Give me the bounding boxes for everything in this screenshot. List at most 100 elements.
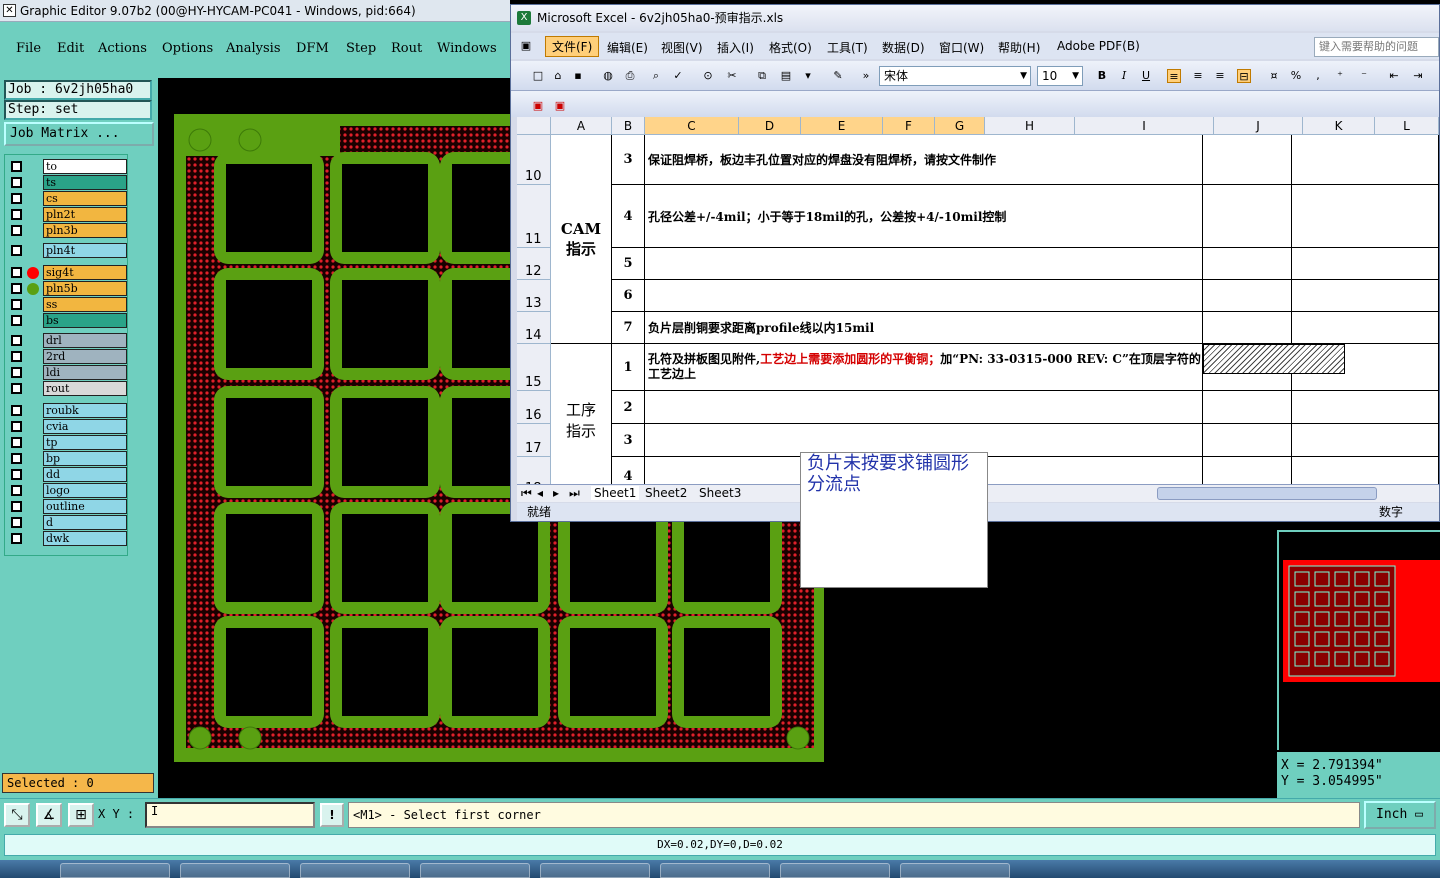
menu-dfm[interactable]: DFM bbox=[296, 41, 329, 56]
item-number-cell[interactable]: 4 bbox=[612, 457, 645, 484]
item-number-cell[interactable]: 1 bbox=[612, 344, 645, 391]
measure-tool-icon[interactable]: ∡ bbox=[36, 803, 62, 827]
last-sheet-icon[interactable]: ⏭ bbox=[569, 486, 580, 501]
open-icon[interactable]: ⌂ bbox=[551, 69, 565, 83]
layer-row-dwk[interactable]: dwk bbox=[7, 531, 127, 546]
permission-icon[interactable]: ◍ bbox=[601, 69, 615, 83]
layer-row-pln5b[interactable]: pln5b bbox=[7, 281, 127, 296]
comment-box[interactable]: 负片未按要求铺圆形分流点 bbox=[800, 452, 988, 588]
layer-row-pln4t[interactable]: pln4t bbox=[7, 243, 127, 258]
column-header[interactable]: D bbox=[739, 117, 801, 135]
empty-cell-k[interactable] bbox=[1292, 391, 1439, 424]
layer-row-tp[interactable]: tp bbox=[7, 435, 127, 450]
layer-row-drl[interactable]: drl bbox=[7, 333, 127, 348]
instruction-text-cell[interactable]: 负片层削铜要求距离profile线以内15mil bbox=[645, 312, 1203, 344]
layer-checkbox[interactable] bbox=[11, 245, 22, 256]
empty-cell-j[interactable] bbox=[1203, 135, 1292, 185]
comma-icon[interactable]: , bbox=[1311, 69, 1325, 83]
help-search-input[interactable]: 键入需要帮助的问题 bbox=[1314, 37, 1439, 57]
alert-icon[interactable]: ! bbox=[320, 803, 344, 827]
layer-row-sig4t[interactable]: sig4t bbox=[7, 265, 127, 280]
menu-help-cn[interactable]: 帮助(H) bbox=[998, 39, 1040, 56]
paste-icon[interactable]: ▤ bbox=[779, 69, 793, 83]
layer-checkbox[interactable] bbox=[11, 501, 22, 512]
layer-row-ss[interactable]: ss bbox=[7, 297, 127, 312]
empty-cell-j[interactable] bbox=[1203, 280, 1292, 312]
menu-adobe-pdf[interactable]: Adobe PDF(B) bbox=[1057, 39, 1140, 53]
prev-sheet-icon[interactable]: ◂ bbox=[537, 486, 543, 500]
row-header[interactable]: 10 bbox=[517, 135, 551, 185]
taskbar-item[interactable] bbox=[420, 863, 530, 878]
instruction-text-cell[interactable]: 孔径公差+/-4mil；小于等于18mil的孔，公差按+4/-10mil控制 bbox=[645, 185, 1203, 248]
menu-step[interactable]: Step bbox=[346, 41, 376, 56]
job-matrix-button[interactable]: Job Matrix ... bbox=[4, 122, 154, 146]
column-header[interactable]: B bbox=[612, 117, 645, 135]
paste-dropdown-icon[interactable]: ▾ bbox=[801, 69, 815, 83]
layer-row-rout[interactable]: rout bbox=[7, 381, 127, 396]
row-header[interactable]: 11 bbox=[517, 185, 551, 248]
print-preview-icon[interactable]: ⌕ bbox=[649, 69, 663, 83]
column-header[interactable]: L bbox=[1375, 117, 1439, 135]
layer-checkbox[interactable] bbox=[11, 177, 22, 188]
grid-tool-icon[interactable]: ⊞ bbox=[68, 803, 94, 827]
xy-input[interactable]: I bbox=[145, 802, 315, 828]
menu-windows[interactable]: Windows bbox=[437, 41, 497, 56]
print-icon[interactable]: ⎙ bbox=[623, 69, 637, 83]
item-number-cell[interactable]: 2 bbox=[612, 391, 645, 424]
currency-icon[interactable]: ¤ bbox=[1267, 69, 1281, 83]
embedded-object[interactable] bbox=[1203, 344, 1345, 374]
empty-cell-k[interactable] bbox=[1292, 312, 1439, 344]
decrease-decimal-icon[interactable]: ⁻ bbox=[1357, 69, 1371, 83]
layer-checkbox[interactable] bbox=[11, 405, 22, 416]
format-painter-icon[interactable]: ✎ bbox=[831, 69, 845, 83]
next-sheet-icon[interactable]: ▸ bbox=[553, 486, 559, 500]
empty-cell-k[interactable] bbox=[1292, 280, 1439, 312]
item-number-cell[interactable]: 4 bbox=[612, 185, 645, 248]
workbook-icon[interactable]: ▣ bbox=[519, 39, 533, 53]
menu-edit[interactable]: Edit bbox=[57, 41, 84, 56]
zoom-tool-icon[interactable]: ⤡ bbox=[4, 803, 30, 827]
layer-row-ts[interactable]: ts bbox=[7, 175, 127, 190]
menu-tools-cn[interactable]: 工具(T) bbox=[827, 39, 868, 56]
pdf-mail-icon[interactable]: ▣ bbox=[553, 99, 567, 113]
tab-sheet1[interactable]: Sheet1 bbox=[591, 486, 640, 500]
first-sheet-icon[interactable]: ⏮ bbox=[521, 486, 532, 501]
layer-display-icon[interactable] bbox=[27, 267, 39, 279]
menu-edit-cn[interactable]: 编辑(E) bbox=[607, 39, 648, 56]
empty-cell-j[interactable] bbox=[1203, 457, 1292, 484]
layer-row-cvia[interactable]: cvia bbox=[7, 419, 127, 434]
empty-cell-k[interactable] bbox=[1292, 457, 1439, 484]
menu-actions[interactable]: Actions bbox=[98, 41, 147, 56]
align-right-icon[interactable]: ≡ bbox=[1213, 69, 1227, 83]
layer-row-bs[interactable]: bs bbox=[7, 313, 127, 328]
layer-checkbox[interactable] bbox=[11, 469, 22, 480]
pdf-convert-icon[interactable]: ▣ bbox=[531, 99, 545, 113]
column-header[interactable]: I bbox=[1075, 117, 1214, 135]
layer-checkbox[interactable] bbox=[11, 421, 22, 432]
empty-cell-j[interactable] bbox=[1203, 185, 1292, 248]
layer-display-icon[interactable] bbox=[27, 283, 39, 295]
row-header[interactable]: 13 bbox=[517, 280, 551, 312]
taskbar-item[interactable] bbox=[300, 863, 410, 878]
layer-checkbox[interactable] bbox=[11, 335, 22, 346]
row-header[interactable]: 12 bbox=[517, 248, 551, 280]
empty-cell-k[interactable] bbox=[1292, 424, 1439, 457]
menu-insert-cn[interactable]: 插入(I) bbox=[717, 39, 754, 56]
column-header[interactable]: K bbox=[1303, 117, 1375, 135]
underline-icon[interactable]: U bbox=[1139, 69, 1153, 83]
research-icon[interactable]: ⊙ bbox=[701, 69, 715, 83]
column-header[interactable]: F bbox=[883, 117, 935, 135]
layer-row-outline[interactable]: outline bbox=[7, 499, 127, 514]
item-number-cell[interactable]: 3 bbox=[612, 135, 645, 185]
taskbar-item[interactable] bbox=[780, 863, 890, 878]
empty-cell-j[interactable] bbox=[1203, 424, 1292, 457]
layer-row-logo[interactable]: logo bbox=[7, 483, 127, 498]
layer-checkbox[interactable] bbox=[11, 267, 22, 278]
instruction-text-cell[interactable] bbox=[645, 391, 1203, 424]
layer-checkbox[interactable] bbox=[11, 533, 22, 544]
layer-row-pln3b[interactable]: pln3b bbox=[7, 223, 127, 238]
group-process-instruction[interactable]: 工序 指示 bbox=[551, 344, 612, 484]
taskbar-item[interactable] bbox=[660, 863, 770, 878]
cut-icon[interactable]: ✂ bbox=[725, 69, 739, 83]
row-header[interactable]: 17 bbox=[517, 424, 551, 457]
